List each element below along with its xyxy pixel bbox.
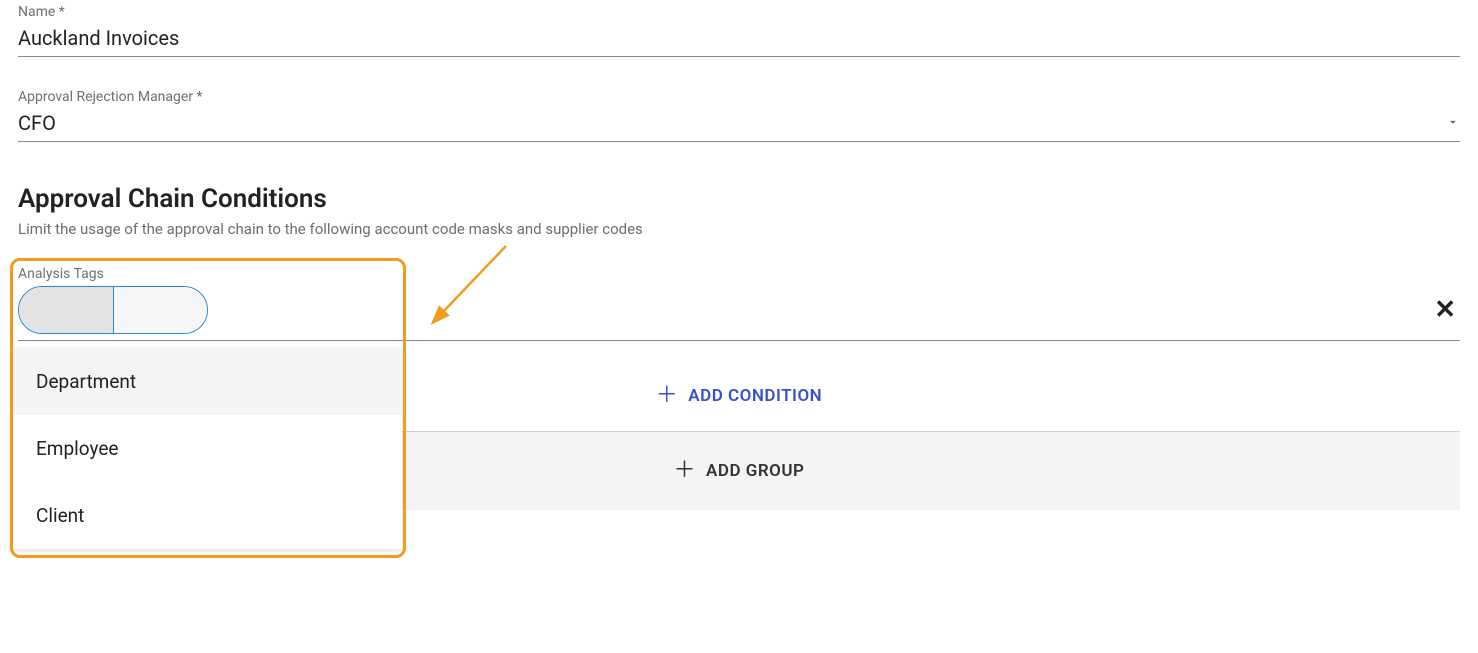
manager-value: CFO [18,111,1446,135]
add-group-button[interactable]: ADD GROUP [706,461,804,481]
analysis-tags-dropdown: Department Employee Client [12,348,402,549]
plus-icon[interactable]: ＋ [656,385,679,407]
analysis-tags-area: Analysis Tags ✕ Department Employee Clie… [18,266,1460,341]
manager-field: Approval Rejection Manager * CFO [18,89,1460,142]
section-subtitle: Limit the usage of the approval chain to… [18,220,1460,238]
tag-chip-left[interactable] [19,287,114,333]
analysis-tags-label: Analysis Tags [18,266,1460,282]
tag-chip-right[interactable] [114,287,208,333]
tag-chip[interactable] [18,286,208,334]
name-input-row[interactable]: Auckland Invoices [18,22,1460,57]
analysis-tags-input-row[interactable]: ✕ [18,286,1460,341]
name-field: Name * Auckland Invoices [18,4,1460,57]
section-title: Approval Chain Conditions [18,184,1460,214]
dropdown-option-department[interactable]: Department [12,348,402,415]
dropdown-option-employee[interactable]: Employee [12,415,402,482]
chevron-down-icon[interactable] [1446,114,1460,133]
dropdown-option-client[interactable]: Client [12,482,402,549]
plus-icon[interactable]: ＋ [674,460,697,482]
manager-label: Approval Rejection Manager * [18,89,1460,105]
close-icon[interactable]: ✕ [1434,295,1460,325]
name-label: Name * [18,4,1460,20]
name-value[interactable]: Auckland Invoices [18,26,1460,50]
manager-select-row[interactable]: CFO [18,107,1460,142]
add-condition-button[interactable]: ADD CONDITION [688,386,822,406]
